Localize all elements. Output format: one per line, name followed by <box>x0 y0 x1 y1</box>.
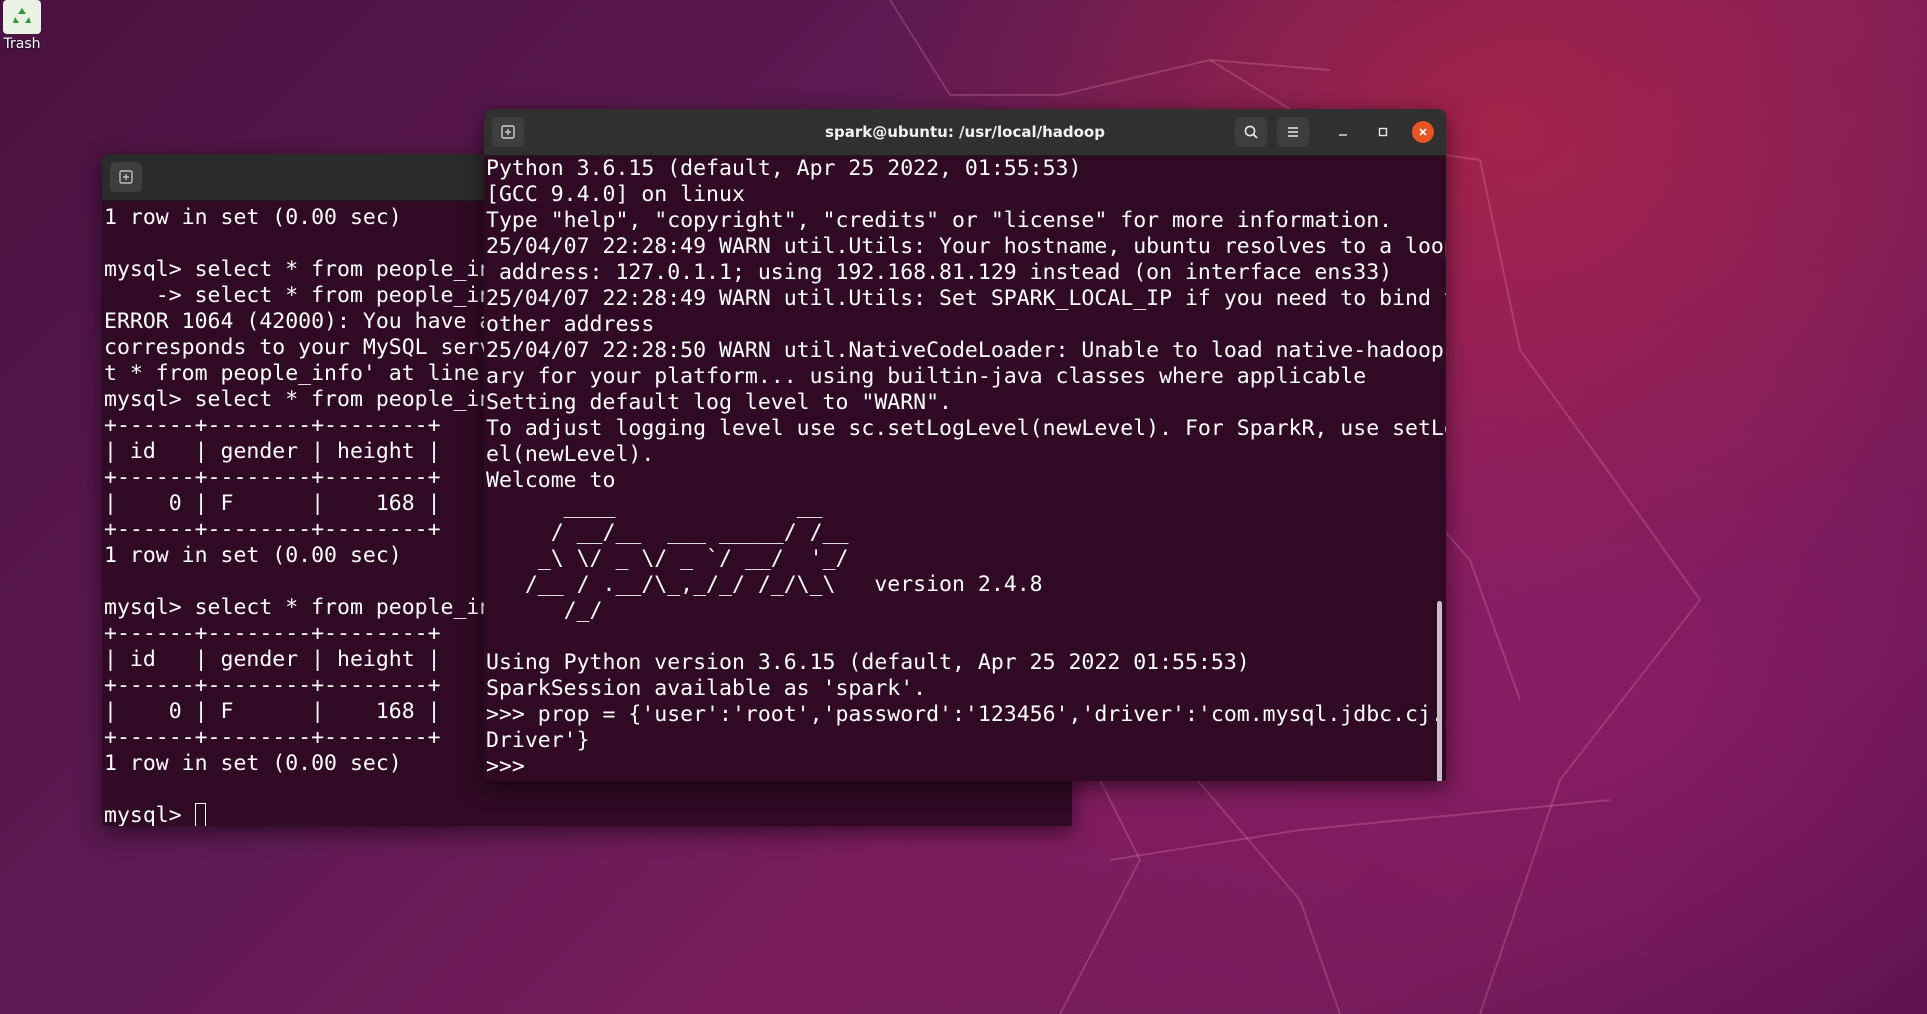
new-tab-button[interactable] <box>110 162 142 192</box>
hamburger-menu-icon <box>1288 127 1298 137</box>
recycle-icon <box>3 0 41 34</box>
spark-terminal-window[interactable]: spark@ubuntu: /usr/local/hadoop Python 3… <box>484 109 1446 781</box>
spark-output-text: Python 3.6.15 (default, Apr 25 2022, 01:… <box>486 156 1446 753</box>
menu-button[interactable] <box>1277 117 1309 147</box>
mysql-output-text: 1 row in set (0.00 sec) mysql> select * … <box>104 205 519 776</box>
search-icon <box>1244 125 1258 139</box>
spark-terminal-output[interactable]: Python 3.6.15 (default, Apr 25 2022, 01:… <box>484 156 1446 780</box>
minimize-button[interactable] <box>1332 121 1354 143</box>
close-icon <box>1419 128 1427 136</box>
text-cursor <box>194 803 206 826</box>
mysql-prompt: mysql> <box>104 803 195 826</box>
search-button[interactable] <box>1235 117 1267 147</box>
close-button[interactable] <box>1412 121 1434 143</box>
terminal-scrollbar[interactable] <box>1437 601 1442 781</box>
minimize-icon <box>1339 134 1347 136</box>
spark-terminal-titlebar[interactable]: spark@ubuntu: /usr/local/hadoop <box>484 109 1446 156</box>
maximize-icon <box>1378 127 1388 137</box>
new-tab-icon <box>119 170 133 184</box>
trash-label: Trash <box>3 36 41 52</box>
maximize-button[interactable] <box>1372 121 1394 143</box>
python-prompt: >>> <box>486 754 538 779</box>
desktop-trash[interactable]: Trash <box>0 0 44 52</box>
